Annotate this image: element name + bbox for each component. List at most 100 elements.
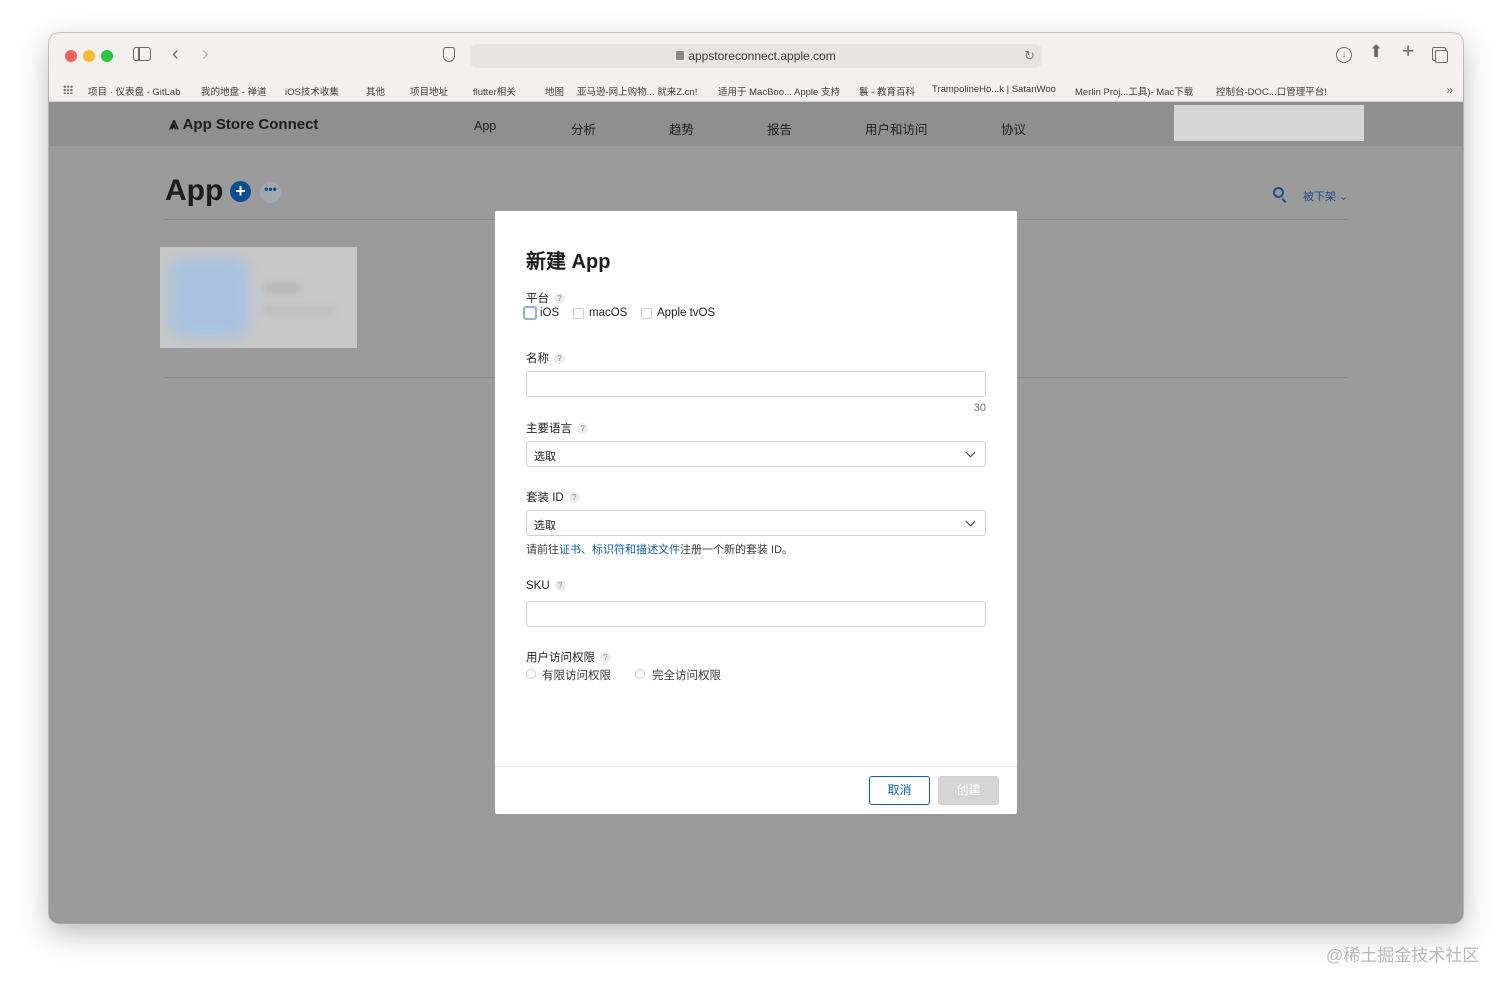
bookmark-item[interactable]: 控制台-DOC...口管理平台! (1216, 84, 1327, 98)
url-text: appstoreconnect.apple.com (688, 49, 836, 63)
forward-arrow-icon[interactable]: › (202, 44, 209, 64)
bundle-label: 套装 ID? (526, 489, 580, 505)
nav-item-trends[interactable]: 趋势 (669, 119, 694, 138)
bookmarks-bar: 项目 · 仪表盘 · GitLab 我的地盘 - 禅道 iOS技术收集 其他 项… (49, 79, 1463, 102)
bookmark-item[interactable]: 我的地盘 - 禅道 (201, 84, 266, 98)
search-icon[interactable] (1273, 187, 1284, 198)
nav-item-agreements[interactable]: 协议 (1001, 119, 1026, 138)
bundle-id-hint: 请前往证书、标识符和描述文件注册一个新的套装 ID。 (526, 541, 793, 557)
top-nav: ⩓ App Store Connect App 分析 趋势 报告 用户和访问 协议 (49, 102, 1463, 146)
primary-language-select[interactable]: 选取 (526, 441, 986, 467)
share-icon[interactable]: ⬆ (1369, 43, 1383, 60)
help-icon[interactable]: ? (554, 293, 565, 304)
hint-suffix: 注册一个新的套装 ID。 (680, 544, 794, 556)
close-window-button[interactable] (65, 50, 77, 62)
help-icon[interactable]: ? (554, 353, 565, 364)
address-bar[interactable]: appstoreconnect.apple.com ↻ (470, 44, 1042, 68)
more-options-button[interactable]: ••• (260, 182, 281, 203)
certificates-link[interactable]: 证书、标识符和描述文件 (559, 544, 680, 556)
access-label-text: 用户访问权限 (526, 652, 595, 664)
name-label-text: 名称 (526, 353, 549, 365)
select-value: 选取 (534, 520, 556, 532)
ios-label: iOS (540, 307, 560, 319)
bookmark-item[interactable]: TrampolineHo...k | SatanWoo (932, 84, 1056, 95)
brand-name: App Store Connect (182, 116, 319, 133)
name-char-counter: 30 (973, 402, 986, 414)
bookmark-item[interactable]: 亚马逊-网上购物... 就来Z.cn! (577, 84, 697, 98)
name-label: 名称? (526, 350, 565, 366)
hint-prefix: 请前往 (526, 544, 559, 556)
new-tab-icon[interactable]: + (1402, 41, 1414, 62)
bookmark-item[interactable]: iOS技术收集 (285, 84, 339, 98)
full-access-radio[interactable] (635, 669, 645, 679)
bookmark-item[interactable]: 项目 · 仪表盘 · GitLab (88, 84, 180, 98)
create-button[interactable]: 创建 (938, 776, 999, 805)
bookmark-item[interactable]: 项目地址 (410, 84, 448, 98)
downloads-icon[interactable]: ↓ (1336, 47, 1352, 63)
cancel-button[interactable]: 取消 (869, 776, 930, 805)
app-store-connect-page: ⩓ App Store Connect App 分析 趋势 报告 用户和访问 协议… (49, 102, 1463, 923)
bookmark-item[interactable]: 其他 (366, 84, 385, 98)
help-icon[interactable]: ? (554, 580, 566, 591)
zoom-window-button[interactable] (101, 50, 113, 62)
app-status-blurred (264, 307, 334, 314)
sku-input[interactable] (526, 601, 986, 627)
app-card[interactable] (160, 247, 357, 348)
tvos-label: Apple tvOS (657, 307, 716, 319)
sku-label: SKU? (526, 580, 566, 592)
minimize-window-button[interactable] (83, 50, 95, 62)
chevron-down-icon (965, 447, 976, 458)
limited-access-label: 有限访问权限 (542, 670, 611, 682)
name-input[interactable] (526, 371, 986, 397)
app-store-connect-logo[interactable]: ⩓ App Store Connect (169, 114, 318, 134)
language-label-text: 主要语言 (526, 423, 572, 435)
bookmark-item[interactable]: Merlin Proj...工具)- Mac下载 (1075, 84, 1193, 98)
nav-item-app[interactable]: App (474, 119, 496, 133)
tab-overview-icon[interactable] (1432, 47, 1448, 63)
help-icon[interactable]: ? (600, 652, 611, 663)
language-label: 主要语言? (526, 420, 588, 436)
lock-icon (676, 51, 685, 60)
tvos-checkbox[interactable] (641, 308, 652, 319)
reload-icon[interactable]: ↻ (1024, 48, 1035, 64)
bookmark-item[interactable]: flutter相关 (473, 84, 516, 98)
help-icon[interactable]: ? (568, 492, 580, 503)
bookmark-item[interactable]: 适用于 MacBoo... Apple 支持 (718, 84, 840, 98)
privacy-shield-icon[interactable] (443, 47, 455, 62)
app-name-blurred (264, 283, 300, 293)
dialog-title: 新建 App (526, 251, 611, 273)
back-arrow-icon[interactable]: ‹ (172, 44, 179, 64)
watermark: @稀土掘金技术社区 (1326, 946, 1480, 965)
macos-label: macOS (589, 307, 628, 319)
bookmark-item[interactable]: 鬟 - 教育百科 (859, 84, 915, 98)
add-app-button[interactable]: + (230, 181, 251, 202)
grid-icon[interactable] (63, 85, 73, 94)
new-app-dialog: 新建 App 平台? iOS macOS Apple tvOS 名称? 30 主… (495, 211, 1017, 814)
status-filter-dropdown[interactable]: 被下架 ⌄ (1303, 188, 1348, 204)
sku-label-text: SKU (526, 580, 550, 592)
more-bookmarks-icon[interactable]: » (1446, 83, 1453, 97)
bookmark-item[interactable]: 地图 (545, 84, 564, 98)
limited-access-radio[interactable] (526, 669, 536, 679)
select-value: 选取 (534, 451, 556, 463)
access-label: 用户访问权限? (526, 649, 611, 665)
nav-item-users-access[interactable]: 用户和访问 (865, 119, 928, 138)
browser-window: ‹ › appstoreconnect.apple.com ↻ ↓ ⬆ + 项目… (49, 33, 1463, 923)
browser-toolbar: ‹ › appstoreconnect.apple.com ↻ ↓ ⬆ + (49, 33, 1463, 79)
dialog-footer-divider (495, 766, 1017, 767)
full-access-label: 完全访问权限 (652, 670, 721, 682)
app-store-logo-icon: ⩓ (169, 114, 179, 133)
chevron-down-icon (965, 516, 976, 527)
page-title: App (165, 174, 224, 207)
sidebar-toggle-icon[interactable] (133, 47, 151, 61)
macos-checkbox[interactable] (573, 308, 584, 319)
nav-item-analytics[interactable]: 分析 (571, 119, 596, 138)
ios-checkbox[interactable] (523, 306, 537, 320)
app-icon-blurred (169, 258, 249, 338)
help-icon[interactable]: ? (577, 423, 588, 434)
bundle-id-select[interactable]: 选取 (526, 510, 986, 536)
nav-item-reports[interactable]: 报告 (767, 119, 792, 138)
platform-label-text: 平台 (526, 293, 549, 305)
bundle-label-text: 套装 ID (526, 492, 564, 504)
account-menu-box[interactable] (1174, 105, 1364, 141)
